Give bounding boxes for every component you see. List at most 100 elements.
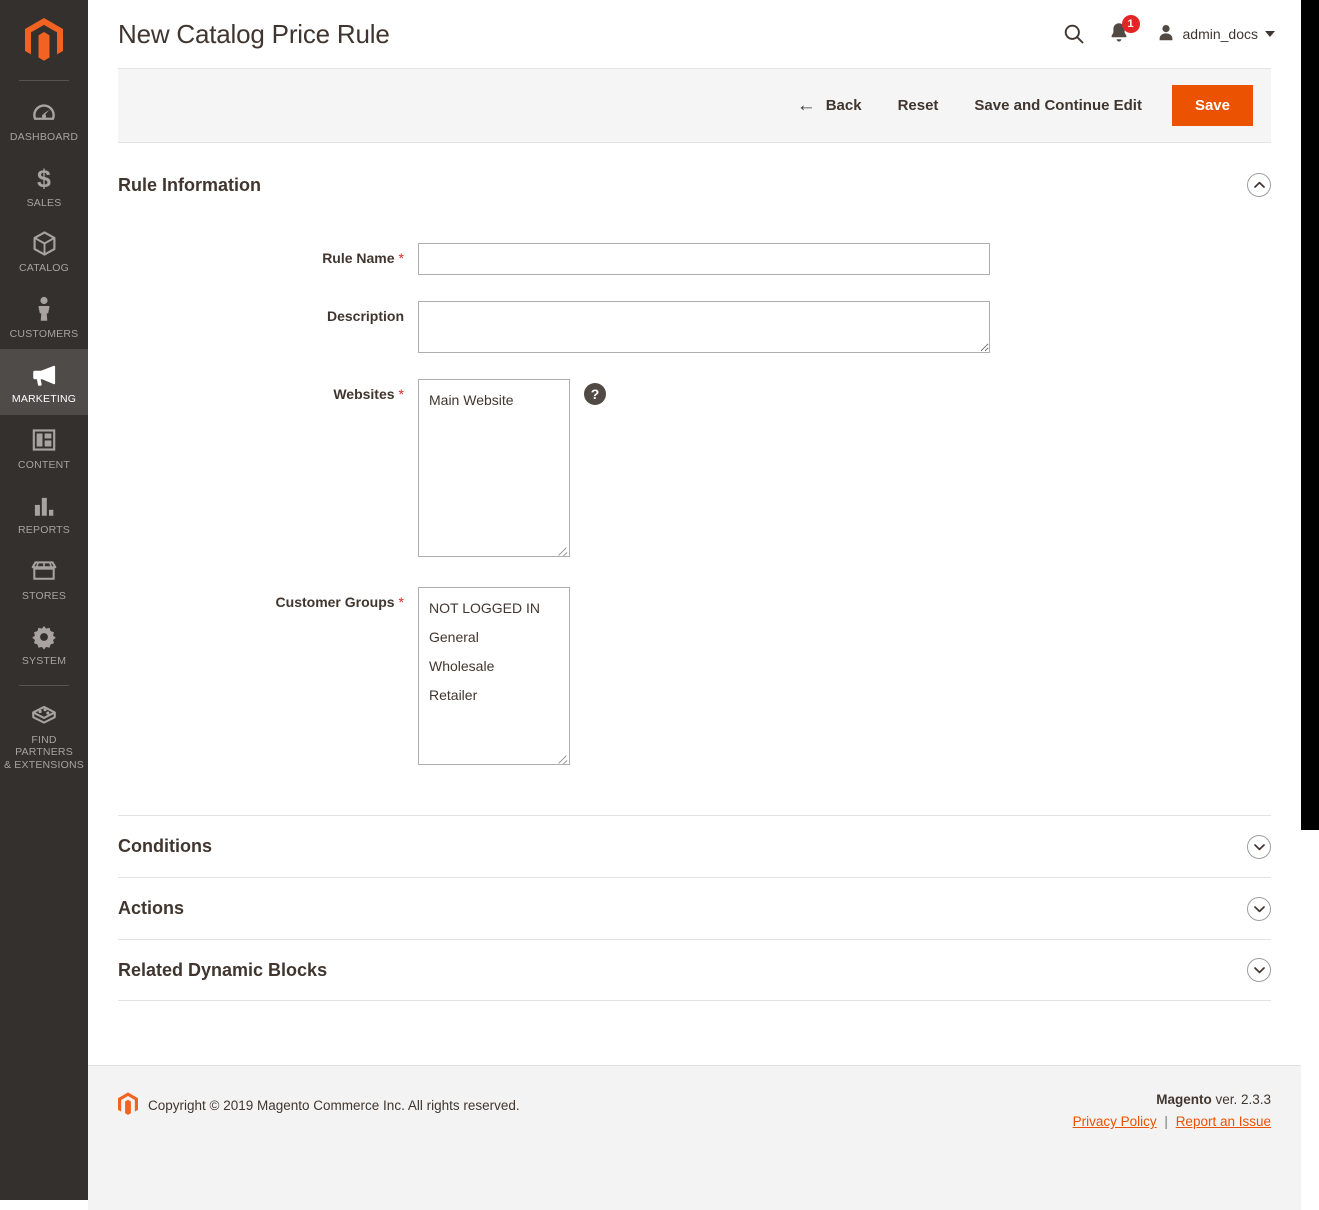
megaphone-icon xyxy=(3,360,85,390)
field-websites: Websites * Main Website ? xyxy=(118,379,1271,557)
brand-name: Magento xyxy=(1156,1092,1212,1107)
dashboard-gauge-icon xyxy=(3,98,85,128)
user-avatar-icon xyxy=(1156,23,1176,46)
sidebar-item-label: MARKETING xyxy=(11,393,77,405)
box-icon xyxy=(3,229,85,259)
websites-label: Websites * xyxy=(118,379,418,402)
page-footer: Copyright © 2019 Magento Commerce Inc. A… xyxy=(88,1065,1301,1210)
sidebar-item-label: FIND PARTNERS xyxy=(15,733,73,759)
report-an-issue-link[interactable]: Report an Issue xyxy=(1176,1114,1271,1129)
customer-group-option[interactable]: Wholesale xyxy=(419,652,569,681)
sidebar-item-label: DASHBOARD xyxy=(9,131,79,143)
label-text: Description xyxy=(326,308,404,324)
save-and-continue-edit-button[interactable]: Save and Continue Edit xyxy=(956,87,1160,124)
label-text: Websites xyxy=(333,386,395,402)
customer-group-option[interactable]: General xyxy=(419,623,569,652)
chevron-down-icon[interactable] xyxy=(1247,834,1271,859)
sidebar-item-label: SALES xyxy=(26,196,62,209)
required-asterisk: * xyxy=(398,386,404,402)
customer-group-option[interactable]: NOT LOGGED IN xyxy=(419,594,569,623)
field-customer-groups: Customer Groups * NOT LOGGED IN General W… xyxy=(118,587,1271,765)
customer-groups-control: NOT LOGGED IN General Wholesale Retailer xyxy=(418,587,570,765)
extensions-blocks-icon xyxy=(3,701,85,731)
section-title: Actions xyxy=(118,898,185,918)
sidebar-item-find-partners[interactable]: FIND PARTNERS & EXTENSIONS xyxy=(0,690,88,781)
magento-logo-icon[interactable] xyxy=(0,0,88,80)
rule-name-label: Rule Name * xyxy=(118,243,418,266)
right-black-gutter xyxy=(1301,0,1319,830)
version-number: ver. 2.3.3 xyxy=(1211,1092,1271,1107)
required-asterisk: * xyxy=(398,594,404,610)
sidebar-item-label: STORES xyxy=(21,589,67,602)
websites-multiselect[interactable]: Main Website xyxy=(418,379,570,557)
user-name: admin_docs xyxy=(1182,26,1259,42)
resize-grip[interactable] xyxy=(556,751,568,763)
svg-text:$: $ xyxy=(37,165,51,192)
chevron-up-icon[interactable] xyxy=(1247,173,1271,197)
customer-groups-label: Customer Groups * xyxy=(118,587,418,610)
sidebar-item-label-line2: & EXTENSIONS xyxy=(3,758,84,771)
page-actions-bar: ← Back Reset Save and Continue Edit Save xyxy=(118,68,1271,143)
customer-groups-multiselect[interactable]: NOT LOGGED IN General Wholesale Retailer xyxy=(418,587,570,765)
resize-grip[interactable] xyxy=(556,543,568,555)
gear-icon xyxy=(3,622,85,652)
help-question-icon[interactable]: ? xyxy=(584,383,606,405)
version-text: Magento ver. 2.3.3 xyxy=(1073,1092,1271,1107)
sidebar-item-label: CATALOG xyxy=(18,262,70,274)
user-menu[interactable]: admin_docs xyxy=(1156,23,1275,46)
section-title: Rule Information xyxy=(118,174,261,195)
sidebar-item-stores[interactable]: STORES xyxy=(0,546,88,612)
footer-right: Magento ver. 2.3.3 Privacy Policy | Repo… xyxy=(1073,1092,1271,1129)
required-asterisk: * xyxy=(398,250,404,266)
rule-name-input[interactable] xyxy=(418,243,990,275)
section-conditions[interactable]: Conditions xyxy=(118,815,1271,877)
sidebar-item-content[interactable]: CONTENT xyxy=(0,415,88,481)
page-content: Rule Information Rule Name * Description… xyxy=(88,143,1301,1001)
section-actions[interactable]: Actions xyxy=(118,877,1271,939)
sidebar-item-dashboard[interactable]: DASHBOARD xyxy=(0,87,88,153)
save-button[interactable]: Save xyxy=(1171,85,1253,126)
sidebar-item-label: CUSTOMERS xyxy=(9,327,79,340)
back-button-label: Back xyxy=(825,97,862,114)
sidebar-item-label: CONTENT xyxy=(17,458,71,471)
reset-button[interactable]: Reset xyxy=(880,87,957,124)
description-textarea[interactable] xyxy=(418,301,990,353)
label-text: Rule Name xyxy=(322,250,395,266)
admin-sidebar: DASHBOARD $ SALES CATALOG CUSTOMERS MARK… xyxy=(0,0,88,1200)
websites-option[interactable]: Main Website xyxy=(419,386,569,415)
label-text: Customer Groups xyxy=(275,594,395,610)
footer-links: Privacy Policy | Report an Issue xyxy=(1073,1114,1271,1129)
sidebar-item-system[interactable]: SYSTEM xyxy=(0,611,88,677)
customer-group-option[interactable]: Retailer xyxy=(419,681,569,710)
field-description: Description xyxy=(118,301,1271,353)
copyright-text: Copyright © 2019 Magento Commerce Inc. A… xyxy=(148,1098,520,1113)
dollar-sign-icon: $ xyxy=(3,164,85,194)
websites-control: Main Website ? xyxy=(418,379,606,557)
page-title: New Catalog Price Rule xyxy=(118,18,390,49)
sidebar-item-sales[interactable]: $ SALES xyxy=(0,153,88,219)
search-icon[interactable] xyxy=(1062,22,1086,46)
magento-logo-icon xyxy=(118,1092,138,1119)
sidebar-item-catalog[interactable]: CATALOG xyxy=(0,218,88,284)
chevron-down-icon[interactable] xyxy=(1247,896,1271,921)
privacy-policy-link[interactable]: Privacy Policy xyxy=(1073,1114,1157,1129)
rule-information-fields: Rule Name * Description Websites * Main … xyxy=(118,211,1271,815)
main-column: New Catalog Price Rule 1 admin_docs ← Ba… xyxy=(88,0,1301,1210)
notifications-button[interactable]: 1 xyxy=(1108,14,1140,48)
description-label: Description xyxy=(118,301,418,324)
sidebar-item-marketing[interactable]: MARKETING xyxy=(0,349,88,415)
reset-button-label: Reset xyxy=(897,97,939,114)
page-header: New Catalog Price Rule 1 admin_docs xyxy=(88,0,1301,68)
storefront-icon xyxy=(3,557,85,587)
back-button[interactable]: ← Back xyxy=(779,86,880,125)
save-continue-label: Save and Continue Edit xyxy=(974,97,1142,114)
section-related-dynamic-blocks[interactable]: Related Dynamic Blocks xyxy=(118,939,1271,1001)
sidebar-item-reports[interactable]: REPORTS xyxy=(0,480,88,546)
description-control xyxy=(418,301,990,353)
sidebar-item-customers[interactable]: CUSTOMERS xyxy=(0,284,88,350)
arrow-left-icon: ← xyxy=(796,95,816,116)
admin-page: DASHBOARD $ SALES CATALOG CUSTOMERS MARK… xyxy=(0,0,1319,1210)
chevron-down-icon[interactable] xyxy=(1247,958,1271,982)
rule-information-header[interactable]: Rule Information xyxy=(118,143,1271,211)
layout-panel-icon xyxy=(3,426,85,456)
